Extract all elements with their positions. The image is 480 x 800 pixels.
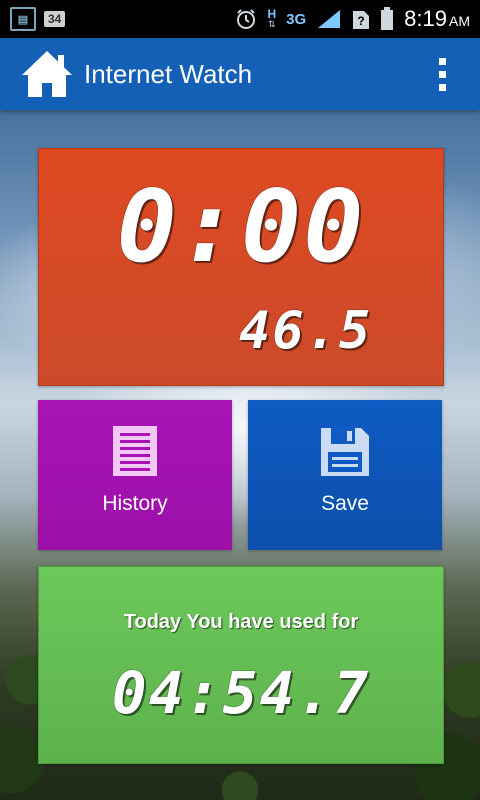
alarm-icon (235, 8, 257, 30)
clock-time: 8:19 (404, 6, 447, 31)
sim-card-icon: ▤ (10, 7, 36, 31)
history-button[interactable]: History (38, 400, 232, 550)
timer-tile[interactable]: 0:00 46.5 (38, 148, 444, 386)
clock: 8:19 AM (404, 6, 470, 32)
timer-main-display: 0:00 (116, 168, 366, 285)
network-h-icon: H ⇅ (267, 7, 277, 29)
usage-value: 04:54.7 (111, 659, 371, 727)
timer-sub-display: 46.5 (239, 301, 373, 361)
app-title: Internet Watch (84, 58, 253, 89)
svg-text:?: ? (358, 14, 365, 28)
notification-badge: 34 (44, 11, 66, 27)
status-bar: ▤ 34 H ⇅ 3G ? 8:19 AM (0, 0, 480, 38)
save-button[interactable]: Save (248, 400, 442, 550)
battery-icon (380, 7, 394, 31)
app-bar: Internet Watch (0, 38, 480, 110)
history-list-icon (113, 426, 157, 481)
usage-tile: Today You have used for 04:54.7 (38, 566, 444, 764)
network-type-label: 3G (286, 10, 307, 28)
save-label: Save (321, 492, 369, 515)
clock-ampm: AM (449, 13, 470, 29)
network-h-label: H (267, 7, 277, 21)
overflow-menu-icon[interactable] (439, 57, 446, 91)
floppy-disk-icon (319, 426, 371, 483)
unknown-sim-icon: ? (352, 8, 370, 30)
history-label: History (102, 492, 168, 515)
usage-caption: Today You have used for (123, 611, 359, 633)
signal-icon (316, 8, 342, 30)
home-icon[interactable] (20, 47, 74, 101)
